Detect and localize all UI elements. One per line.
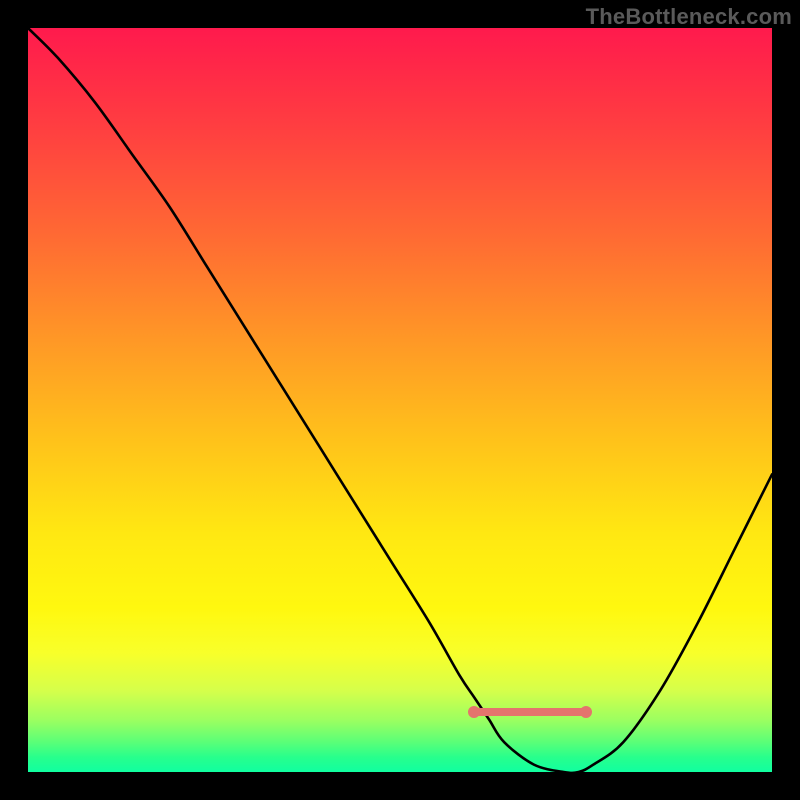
optimal-range-start-marker — [468, 706, 480, 718]
watermark-text: TheBottleneck.com — [586, 4, 792, 30]
plot-area — [28, 28, 772, 772]
bottleneck-curve — [28, 28, 772, 772]
optimal-range-end-marker — [580, 706, 592, 718]
optimal-range-band — [474, 708, 586, 716]
chart-container: TheBottleneck.com — [0, 0, 800, 800]
